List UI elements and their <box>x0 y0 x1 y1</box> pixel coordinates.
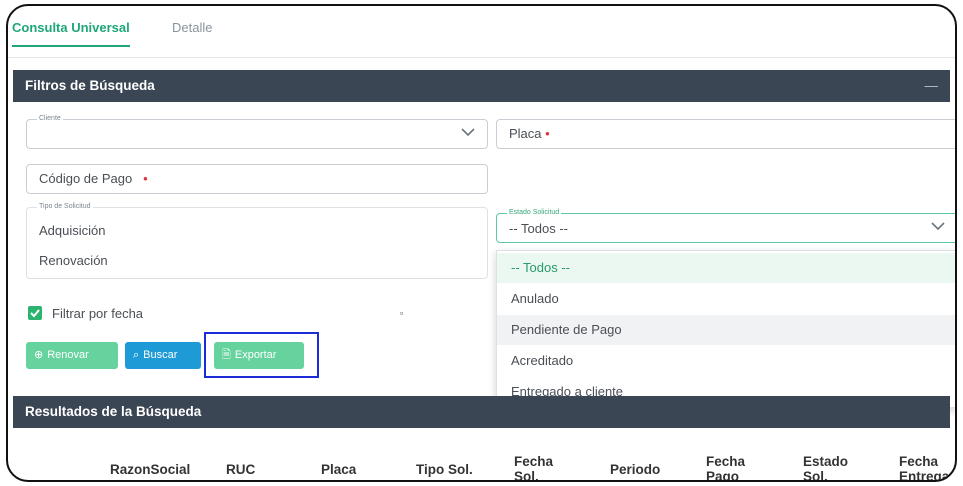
codigo-pago-label: Código de Pago • <box>39 171 148 186</box>
tab-bar: Consulta Universal Detalle <box>8 6 955 58</box>
col-razonsocial[interactable]: RazonSocial <box>110 462 190 477</box>
col-fecha-sol[interactable]: Fecha Sol. <box>514 454 553 480</box>
collapse-icon[interactable]: — <box>925 70 939 102</box>
tab-detalle[interactable]: Detalle <box>172 20 212 45</box>
estado-option-anulado[interactable]: Anulado <box>497 284 955 314</box>
cliente-select[interactable]: Cliente <box>26 114 488 149</box>
tipo-option-renovacion[interactable]: Renovación <box>27 246 487 276</box>
filters-header[interactable]: Filtros de Búsqueda — <box>13 70 950 102</box>
file-icon: 🗎 <box>222 349 231 361</box>
estado-option-acreditado[interactable]: Acreditado <box>497 346 955 376</box>
tipo-solicitud-legend: Tipo de Solicitud <box>37 202 93 212</box>
filters-title: Filtros de Búsqueda <box>25 78 155 93</box>
estado-option-pendiente-pago[interactable]: Pendiente de Pago <box>497 315 955 345</box>
buscar-button[interactable]: ⌕ Buscar <box>125 342 201 369</box>
filtrar-fecha-label: Filtrar por fecha <box>52 306 144 321</box>
tab-consulta-universal[interactable]: Consulta Universal <box>12 20 130 47</box>
required-mark: • <box>545 126 550 141</box>
codigo-pago-field[interactable]: Código de Pago • <box>26 164 488 194</box>
stray-mark: ▫ <box>400 308 404 318</box>
placa-label: Placa • <box>509 126 550 141</box>
renovar-button[interactable]: ⊕ Renovar <box>26 342 118 369</box>
placa-field[interactable]: Placa • <box>496 119 955 149</box>
estado-solicitud-value: -- Todos -- <box>509 221 568 236</box>
search-icon: ⌕ <box>133 349 140 361</box>
chevron-down-icon <box>931 222 945 231</box>
col-periodo[interactable]: Periodo <box>610 462 660 477</box>
results-title: Resultados de la Búsqueda <box>25 404 202 419</box>
col-fecha-entrega[interactable]: Fecha Entrega <box>899 454 949 480</box>
tipo-option-adquisicion[interactable]: Adquisición <box>27 216 487 246</box>
estado-dropdown-list: -- Todos -- Anulado Pendiente de Pago Ac… <box>496 250 955 408</box>
renew-icon: ⊕ <box>34 349 44 361</box>
app-frame: Consulta Universal Detalle Filtros de Bú… <box>6 4 957 482</box>
col-ruc[interactable]: RUC <box>226 462 255 477</box>
results-header: Resultados de la Búsqueda <box>13 396 950 428</box>
required-mark: • <box>143 171 148 186</box>
col-fecha-pago[interactable]: Fecha Pago <box>706 454 745 480</box>
chevron-down-icon <box>461 128 475 137</box>
col-placa[interactable]: Placa <box>321 462 356 477</box>
exportar-button[interactable]: 🗎 Exportar <box>214 342 304 369</box>
col-tipo-sol[interactable]: Tipo Sol. <box>416 462 473 477</box>
cliente-legend: Cliente <box>37 114 63 124</box>
tipo-solicitud-select[interactable]: Tipo de Solicitud Adquisición Renovación <box>26 202 488 279</box>
filtrar-fecha-checkbox[interactable] <box>28 306 42 320</box>
estado-option-todos[interactable]: -- Todos -- <box>497 253 955 283</box>
estado-solicitud-select[interactable]: Estado Solicitud -- Todos -- <box>496 208 955 243</box>
app-content: Consulta Universal Detalle Filtros de Bú… <box>8 6 955 480</box>
check-icon <box>30 309 40 318</box>
col-estado-sol[interactable]: Estado Sol. <box>803 454 848 480</box>
